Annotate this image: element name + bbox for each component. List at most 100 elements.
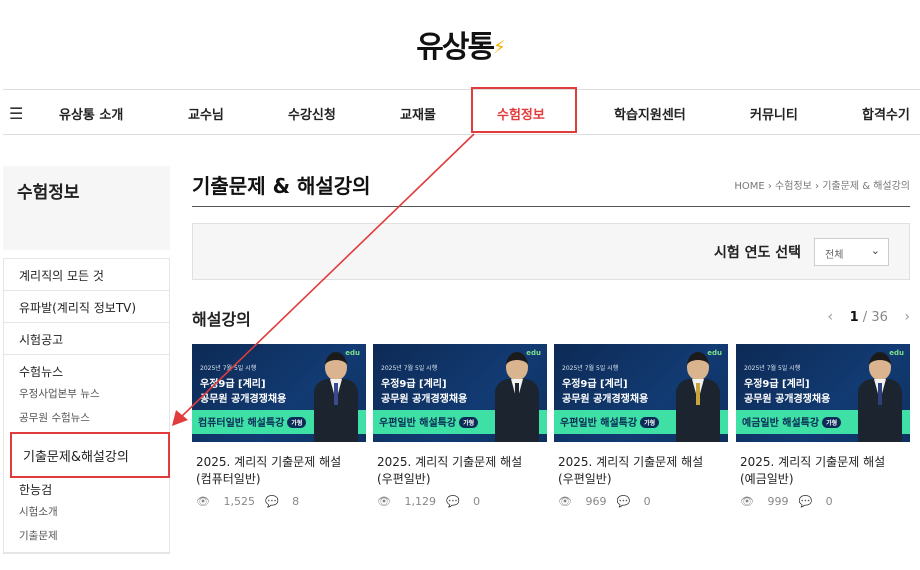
breadcrumb-home[interactable]: HOME [734,181,764,192]
hamburger-icon[interactable]: ☰ [9,104,23,123]
thumb-tag: 가형 [640,417,660,428]
comment-count: 0 [825,495,833,508]
pager-total: 36 [871,310,888,325]
arrow-head [172,410,188,426]
card-title[interactable]: 2025. 계리직 기출문제 해설 (컴퓨터일반) [192,454,366,488]
eye-icon: 👁 [740,495,758,508]
thumb-line2: 공무원 공개경쟁채용 [562,394,649,405]
sidebar-sub-past-exams-lectures[interactable]: 기출문제&해설강의 [10,432,170,478]
lecture-card[interactable]: edu 2025년 7월 5일 시행 우정9급 [계리] 공무원 공개경쟁채용 … [192,344,366,508]
nav-item-bookstore[interactable]: 교재몰 [400,104,436,123]
card-meta: 👁 969 💬 0 [554,495,728,508]
comment-count: 0 [473,495,481,508]
tie [334,383,338,405]
chevron-right-icon[interactable]: › [904,309,910,325]
pager-current: 1 [849,310,859,325]
eye-icon: 👁 [558,495,576,508]
thumb-line1: 우정9급 [계리] [744,379,810,390]
nav-item-reviews[interactable]: 합격수기 [862,104,910,123]
thumb-line1: 우정9급 [계리] [381,379,447,390]
view-count: 999 [767,495,789,508]
card-title[interactable]: 2025. 계리직 기출문제 해설 (우편일반) [373,454,547,488]
thumb-tag: 가형 [459,417,479,428]
instructor-photo [858,352,902,442]
thumb-line2: 공무원 공개경쟁채용 [381,394,468,405]
card-title-line2: (우편일반) [377,472,431,486]
thumb-subject: 예금일반 해설특강 가형 [742,414,842,429]
chevron-down-icon: ⌄ [870,244,880,257]
breadcrumb-current: 기출문제 & 해설강의 [822,181,910,192]
lecture-card[interactable]: edu 2025년 7월 5일 시행 우정9급 [계리] 공무원 공개경쟁채용 … [554,344,728,508]
nav-item-professors[interactable]: 교수님 [188,104,224,123]
comment-count: 8 [292,495,300,508]
sidebar-item-youtube[interactable]: 유파발(계리직 정보TV) [4,291,169,323]
year-filter-label: 시험 연도 선택 [713,245,801,261]
tie [878,383,882,405]
thumb-subject-text: 우편일반 해설특강 [379,418,457,429]
instructor-photo [314,352,358,442]
lecture-card[interactable]: edu 2025년 7월 5일 시행 우정9급 [계리] 공무원 공개경쟁채용 … [373,344,547,508]
card-title[interactable]: 2025. 계리직 기출문제 해설 (예금일반) [736,454,910,488]
breadcrumb-exam-info[interactable]: 수험정보 [775,181,812,192]
nav-item-support[interactable]: 학습지원센터 [614,104,686,123]
view-count: 969 [585,495,607,508]
card-title-line1: 2025. 계리직 기출문제 해설 [377,455,523,469]
thumb-subject: 우편일반 해설특강 가형 [379,414,479,429]
comment-icon: 💬 [264,495,283,508]
year-select[interactable]: 전체 ⌄ [814,238,889,266]
sidebar-item-notice[interactable]: 시험공고 [4,323,169,355]
lecture-card[interactable]: edu 2025년 7월 5일 시행 우정9급 [계리] 공무원 공개경쟁채용 … [736,344,910,508]
comment-count: 0 [643,495,651,508]
thumb-subject: 우편일반 해설특강 가형 [560,414,660,429]
thumb-date: 2025년 7월 5일 시행 [744,365,801,372]
sidebar-title: 수험정보 [3,166,170,250]
lecture-thumbnail[interactable]: edu 2025년 7월 5일 시행 우정9급 [계리] 공무원 공개경쟁채용 … [373,344,547,442]
chevron-left-icon[interactable]: ‹ [827,309,833,325]
instructor-photo [676,352,720,442]
section-title: 해설강의 [192,310,251,329]
card-meta: 👁 1,129 💬 0 [373,495,547,508]
sidebar-item-all-about[interactable]: 계리직의 모든 것 [4,259,169,291]
lecture-thumbnail[interactable]: edu 2025년 7월 5일 시행 우정9급 [계리] 공무원 공개경쟁채용 … [554,344,728,442]
lecture-thumbnail[interactable]: edu 2025년 7월 5일 시행 우정9급 [계리] 공무원 공개경쟁채용 … [192,344,366,442]
sidebar-sub-exam-intro[interactable]: 시험소개 [4,501,169,525]
thumb-date: 2025년 7월 5일 시행 [562,365,619,372]
nav-item-community[interactable]: 커뮤니티 [750,104,798,123]
site-logo[interactable]: 유상통⚡ [0,22,920,66]
card-meta: 👁 999 💬 0 [736,495,910,508]
chevron-right-icon: › [767,181,776,192]
sidebar-sub-postal-news[interactable]: 우정사업본부 뉴스 [4,383,169,407]
thumb-date: 2025년 7월 5일 시행 [381,365,438,372]
sidebar: 수험정보 계리직의 모든 것 유파발(계리직 정보TV) 시험공고 수험뉴스 우… [3,166,170,554]
nav-item-about[interactable]: 유상통 소개 [59,104,123,123]
title-divider [192,206,910,207]
thumb-date: 2025년 7월 5일 시행 [200,365,257,372]
eye-icon: 👁 [377,495,395,508]
lecture-thumbnail[interactable]: edu 2025년 7월 5일 시행 우정9급 [계리] 공무원 공개경쟁채용 … [736,344,910,442]
card-title-line2: (컴퓨터일반) [196,472,261,486]
logo-text: 유상통 [416,30,495,65]
card-title[interactable]: 2025. 계리직 기출문제 해설 (우편일반) [554,454,728,488]
pager: ‹ 1 / 36 › [827,309,910,325]
year-select-value: 전체 [825,250,844,261]
sidebar-item-news[interactable]: 수험뉴스 [4,355,169,383]
year-filter-box: 시험 연도 선택 전체 ⌄ [192,223,910,280]
thumb-line2: 공무원 공개경쟁채용 [744,394,831,405]
card-title-line1: 2025. 계리직 기출문제 해설 [558,455,704,469]
thumb-tag: 가형 [287,417,307,428]
thumb-subject-text: 컴퓨터일반 해설특강 [198,418,285,429]
thumb-line1: 우정9급 [계리] [200,379,266,390]
page-title: 기출문제 & 해설강의 [192,174,371,198]
view-count: 1,129 [404,495,436,508]
sidebar-sub-past-exams[interactable]: 기출문제 [4,525,169,549]
thumb-line1: 우정9급 [계리] [562,379,628,390]
card-title-line1: 2025. 계리직 기출문제 해설 [196,455,342,469]
sidebar-sub-exam-news[interactable]: 공무원 수험뉴스 [4,407,169,431]
card-meta: 👁 1,525 💬 8 [192,495,366,508]
thumb-line2: 공무원 공개경쟁채용 [200,394,287,405]
thumb-subject-text: 예금일반 해설특강 [742,418,820,429]
thumb-subject: 컴퓨터일반 해설특강 가형 [198,414,307,429]
nav-item-enroll[interactable]: 수강신청 [288,104,336,123]
view-count: 1,525 [223,495,255,508]
card-title-line2: (우편일반) [558,472,612,486]
